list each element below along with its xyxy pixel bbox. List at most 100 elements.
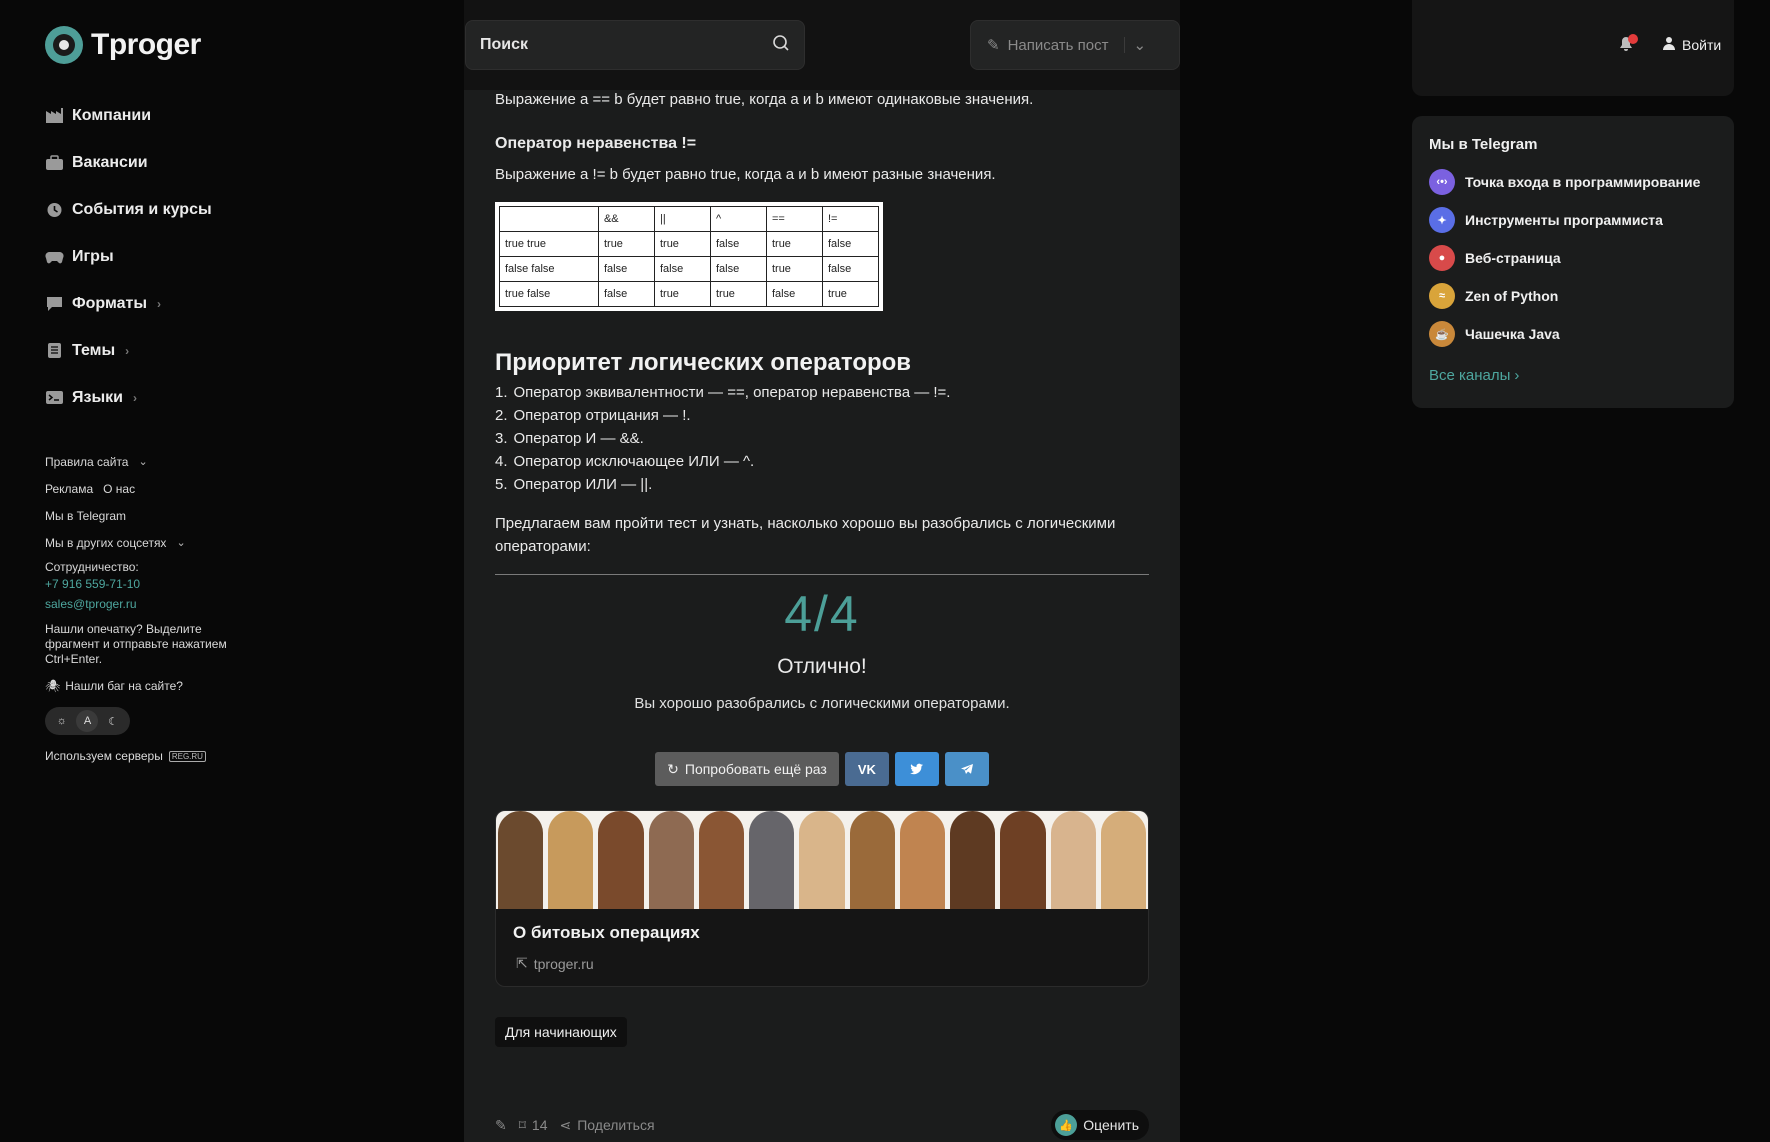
telegram-channel[interactable]: ≈ Zen of Python [1429, 277, 1717, 315]
search-icon[interactable] [772, 34, 790, 57]
login-button[interactable]: Войти [1662, 36, 1721, 53]
twitter-icon [909, 763, 923, 775]
link-card-image [496, 811, 1148, 909]
list-item: 3. Оператор И — &&. [495, 427, 1149, 450]
channel-avatar: ✦ [1429, 207, 1455, 233]
bookmark-button[interactable]: ⌑ 14 [519, 1117, 548, 1134]
comment-icon: ✎ [495, 1116, 507, 1133]
channel-avatar: ● [1429, 245, 1455, 271]
article-actions: ✎ ⌑ 14 ⋖ Поделиться 👍 Оценить [495, 1110, 1149, 1140]
nav-item-companies[interactable]: Компании [45, 92, 212, 139]
servers-note: Используем серверы REG.RU [45, 749, 235, 763]
moon-icon[interactable]: ☾ [102, 710, 124, 732]
all-channels-link[interactable]: Все каналы › [1429, 367, 1717, 384]
truth-table-grid: && || ^ == != true true true true false … [499, 206, 880, 307]
channel-name: Zen of Python [1465, 288, 1559, 304]
clock-icon [45, 201, 64, 218]
table-cell: true [597, 231, 655, 257]
pencil-icon: ✎ [987, 37, 1000, 54]
channel-avatar: ‹•› [1429, 169, 1455, 195]
list-item: 5. Оператор ИЛИ — ||. [495, 473, 1149, 496]
table-cell: true true [499, 231, 599, 257]
left-sidebar: Tproger Компании Вакансии События и курс… [0, 0, 460, 1142]
image-stripe [799, 811, 845, 909]
list-item-text: Оператор И — &&. [513, 430, 644, 447]
telegram-channel[interactable]: ☕ Чашечка Java [1429, 315, 1717, 353]
telegram-widget-title: Мы в Telegram [1429, 136, 1538, 153]
nav-item-languages[interactable]: Языки › [45, 374, 212, 421]
sun-icon[interactable]: ☼ [51, 710, 73, 732]
rate-button[interactable]: 👍 Оценить [1051, 1110, 1149, 1140]
link-card-domain-text: tproger.ru [533, 955, 594, 972]
telegram-link[interactable]: Мы в Telegram [45, 502, 235, 529]
retry-button[interactable]: ↻ Попробовать ещё раз [655, 752, 839, 786]
quiz-score: 4/4 [784, 586, 860, 642]
login-label: Войти [1682, 36, 1722, 53]
quiz-result-text: Вы хорошо разобрались с логическими опер… [634, 695, 1010, 712]
write-post-label: Написать пост [1007, 36, 1109, 54]
list-number: 2. [495, 407, 508, 424]
phone-link[interactable]: +7 916 559-71-10 [45, 574, 235, 594]
main-nav: Компании Вакансии События и курсы Игры Ф… [45, 92, 212, 421]
image-stripe [1050, 811, 1096, 909]
image-stripe [1000, 811, 1046, 909]
nav-item-label: Игры [72, 247, 114, 265]
nav-item-formats[interactable]: Форматы › [45, 280, 212, 327]
telegram-widget: Мы в Telegram ‹•› Точка входа в программ… [1412, 116, 1734, 408]
email-link[interactable]: sales@tproger.ru [45, 594, 235, 614]
logo-mark-icon [45, 26, 83, 64]
table-cell: false [765, 281, 823, 307]
thumbs-up-icon: 👍 [1055, 1114, 1078, 1136]
table-cell: != [821, 206, 880, 232]
priority-list: 1. Оператор эквивалентности — ==, операто… [495, 381, 1149, 496]
telegram-channel[interactable]: ● Веб-страница [1429, 239, 1717, 277]
channel-avatar: ≈ [1429, 283, 1455, 309]
share-twitter-button[interactable] [894, 752, 939, 786]
telegram-channel[interactable]: ✦ Инструменты программиста [1429, 201, 1717, 239]
telegram-channel-list: ‹•› Точка входа в программирование ✦ Инс… [1429, 163, 1717, 353]
table-cell: && [597, 206, 655, 232]
write-post-button[interactable]: ✎ Написать пост ⌄ [970, 20, 1180, 70]
nav-item-events[interactable]: События и курсы [45, 186, 212, 233]
nav-item-topics[interactable]: Темы › [45, 327, 212, 374]
table-cell: false [709, 256, 767, 282]
about-link[interactable]: О нас [103, 482, 135, 496]
site-rules-link[interactable]: Правила сайта ⌄ [45, 448, 235, 475]
share-button[interactable]: ⋖ Поделиться [560, 1117, 655, 1134]
related-link-card[interactable]: О битовых операциях ⇱ tproger.ru [495, 810, 1149, 987]
divider [495, 574, 1149, 575]
regru-logo[interactable]: REG.RU [168, 750, 206, 762]
table-row: false false false false false true false [499, 256, 880, 282]
comment-button[interactable]: ✎ [495, 1117, 507, 1134]
channel-name: Точка входа в программирование [1465, 174, 1701, 190]
factory-icon [45, 107, 64, 124]
bug-report-link[interactable]: 🕷 Нашли баг на сайте? [45, 679, 235, 693]
list-item-text: Оператор отрицания — !. [513, 407, 691, 424]
logo[interactable]: Tproger [45, 26, 201, 64]
search-input[interactable] [480, 36, 740, 54]
nav-item-label: Вакансии [72, 153, 148, 171]
coop-label: Сотрудничество: [45, 560, 139, 574]
chat-icon [45, 295, 64, 312]
nav-item-vacancies[interactable]: Вакансии [45, 139, 212, 186]
nav-item-games[interactable]: Игры [45, 233, 212, 280]
theme-auto-button[interactable]: A [76, 710, 99, 732]
telegram-channel[interactable]: ‹•› Точка входа в программирование [1429, 163, 1717, 201]
retry-label: Попробовать ещё раз [684, 761, 827, 777]
ads-link[interactable]: Реклама [45, 482, 93, 496]
all-channels-label: Все каналы [1429, 367, 1511, 384]
quiz-result: 4/4 Отлично! Вы хорошо разобрались с лог… [495, 585, 1149, 786]
servers-label: Используем серверы [45, 749, 163, 763]
logo-text: Tproger [91, 28, 201, 61]
image-stripe [749, 811, 795, 909]
search-box[interactable] [465, 20, 805, 70]
chevron-down-icon[interactable]: ⌄ [1133, 36, 1146, 54]
share-telegram-button[interactable] [944, 752, 989, 786]
nav-item-label: Темы [72, 341, 116, 359]
social-link[interactable]: Мы в других соцсетях ⌄ [45, 529, 235, 556]
truth-table: && || ^ == != true true true true false … [495, 202, 883, 311]
share-vk-button[interactable]: VK [844, 752, 889, 786]
tag-beginners[interactable]: Для начинающих [495, 1017, 627, 1047]
channel-name: Веб-страница [1465, 250, 1561, 266]
chevron-down-icon: ⌄ [176, 537, 186, 549]
